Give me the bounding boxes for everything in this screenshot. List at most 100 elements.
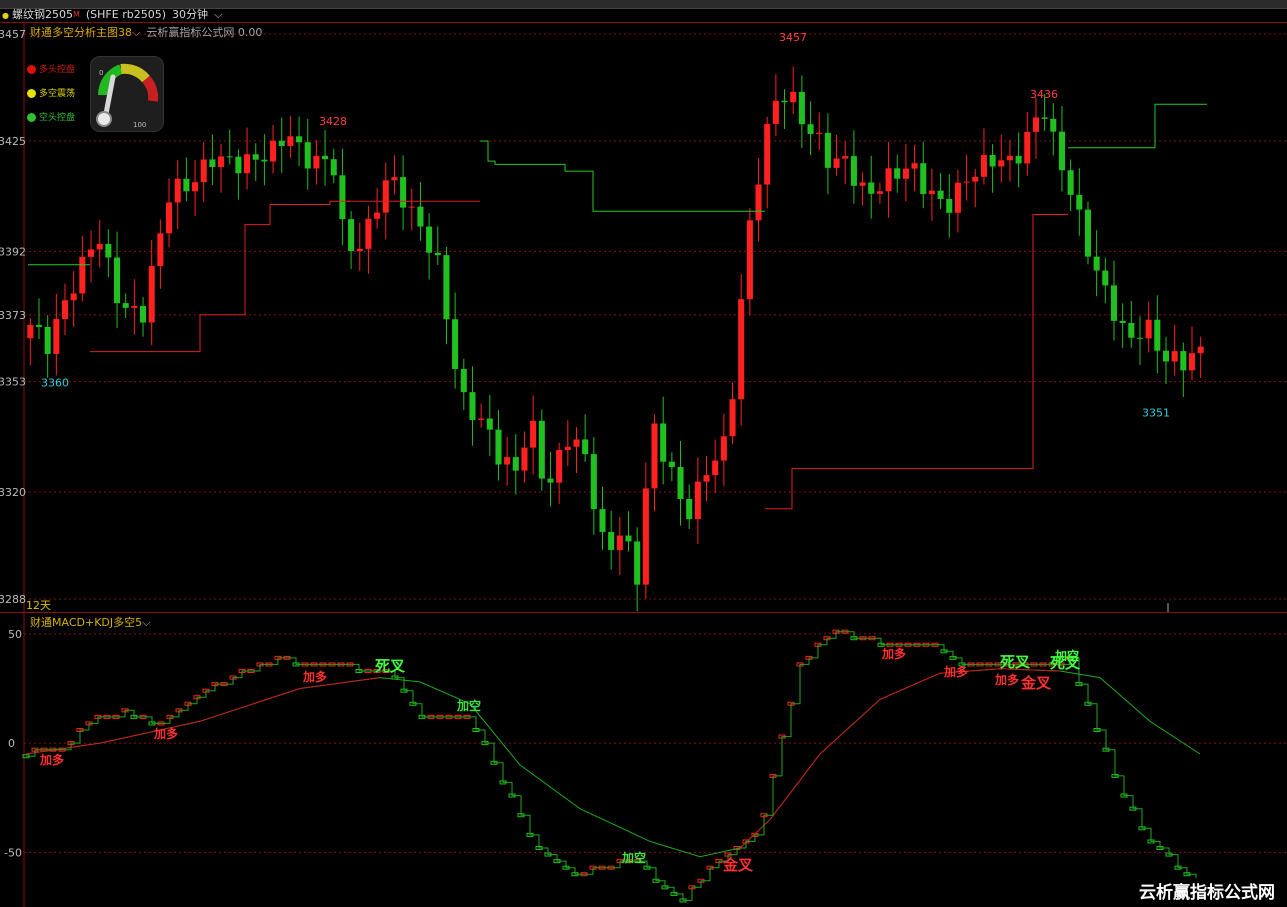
signal-line-bull	[739, 668, 1061, 849]
candle-body	[738, 299, 745, 400]
macd-kdj-chart[interactable]: 500-50加多加多加多死叉加空加空 金叉加多加多死叉加多 金叉死叉加空	[0, 612, 1287, 907]
candle-body	[313, 155, 320, 169]
candle-body	[547, 478, 554, 483]
period-selector[interactable]: 30分钟 ⌵	[172, 8, 222, 21]
candle-body	[270, 140, 277, 162]
candle-body	[1015, 155, 1022, 164]
candle-body	[408, 206, 415, 208]
candle-body	[1050, 118, 1057, 132]
signal-label: 加空	[456, 698, 481, 713]
signal-label: 死叉	[375, 657, 406, 675]
candle-body	[452, 319, 459, 370]
candle-body	[660, 423, 667, 462]
candle-body	[460, 369, 467, 393]
kdj-step-line	[26, 631, 1197, 901]
y-tick-label: 0	[8, 737, 15, 750]
candle-body	[582, 439, 589, 455]
candle-body	[244, 154, 251, 174]
period-label: 30分钟	[172, 8, 209, 21]
candle-body	[382, 180, 389, 213]
step-line	[1068, 103, 1207, 149]
candle-body	[1024, 131, 1031, 164]
candle-body	[521, 447, 528, 471]
candle-body	[798, 91, 805, 125]
candle-body	[44, 326, 51, 354]
candle-body	[157, 233, 164, 267]
instrument-name[interactable]: 螺纹钢2505	[12, 8, 73, 21]
candle-body	[35, 324, 43, 327]
y-tick-label: 3392	[0, 245, 26, 258]
candle-body	[928, 190, 935, 195]
candle-body	[1171, 351, 1178, 362]
price-chart[interactable]: 3457 3425 3392 3373 3353 3320 3288 3457 3428 3436…	[0, 23, 1287, 612]
candle-body	[599, 509, 606, 532]
y-tick-label: 3288	[0, 593, 26, 606]
candle-body	[131, 305, 138, 308]
signal-label: 加空	[621, 850, 646, 865]
main-contract-mark: M	[72, 10, 80, 19]
signal-label: 金叉	[1020, 674, 1052, 692]
candle-body	[746, 220, 753, 300]
candle-body	[365, 218, 372, 249]
candle-body	[781, 100, 788, 103]
candle-body	[1136, 337, 1144, 339]
candle-body	[824, 132, 831, 168]
candle-body	[226, 156, 233, 158]
candle-body	[1119, 320, 1126, 323]
candle-body	[625, 535, 632, 542]
signal-label: 加多	[943, 664, 968, 679]
candle-body	[486, 418, 493, 430]
candle-body	[218, 156, 225, 168]
days-label: 12天	[26, 599, 51, 612]
candle-body	[27, 324, 34, 339]
candle-body	[278, 140, 285, 146]
signal-label: 加多	[39, 752, 64, 767]
watermark: 云析赢指标公式网	[1137, 878, 1277, 903]
candle-body	[920, 163, 927, 195]
signal-label: 加多	[881, 646, 906, 661]
candle-body	[937, 190, 944, 199]
candle-body	[53, 319, 60, 354]
candle-body	[261, 159, 268, 162]
candle-body	[1102, 270, 1109, 286]
candle-body	[79, 256, 86, 294]
candle-body	[850, 156, 857, 186]
candle-body	[122, 303, 129, 308]
candle-body	[1084, 209, 1092, 257]
candle-body	[616, 535, 623, 550]
candle-body	[651, 423, 658, 489]
candle-body	[252, 154, 259, 160]
candle-body	[330, 159, 337, 176]
candle-body	[1145, 319, 1152, 339]
candle-body	[1006, 155, 1013, 161]
candle-body	[339, 175, 346, 220]
candle-body	[954, 182, 961, 213]
price-extreme-label: 3351	[1142, 406, 1170, 419]
candle-body	[209, 159, 216, 168]
candle-body	[530, 420, 537, 448]
y-tick-label: 3320	[0, 486, 26, 499]
candle-body	[348, 219, 355, 252]
candle-body	[96, 244, 103, 250]
candle-body	[183, 178, 190, 192]
instrument-code: (SHFE rb2505)	[85, 8, 167, 21]
candle-body	[70, 293, 77, 301]
candle-body	[677, 467, 684, 499]
candle-body	[374, 212, 381, 219]
candle-body	[573, 439, 580, 447]
price-extreme-label: 3428	[319, 115, 347, 128]
candle-body	[417, 206, 424, 227]
candle-body	[400, 177, 407, 208]
candle-body	[998, 160, 1005, 167]
candle-body	[1032, 117, 1039, 132]
signal-label: 加多	[302, 669, 327, 684]
candle-body	[1076, 194, 1083, 210]
signal-label: 加多	[153, 726, 178, 741]
candle-body	[634, 541, 641, 585]
y-tick-label: 3457	[0, 28, 26, 41]
y-tick-label: -50	[4, 846, 22, 859]
candle-body	[1128, 322, 1135, 338]
candle-body	[1180, 351, 1187, 371]
candle-body	[304, 142, 311, 169]
candle-body	[495, 429, 502, 465]
